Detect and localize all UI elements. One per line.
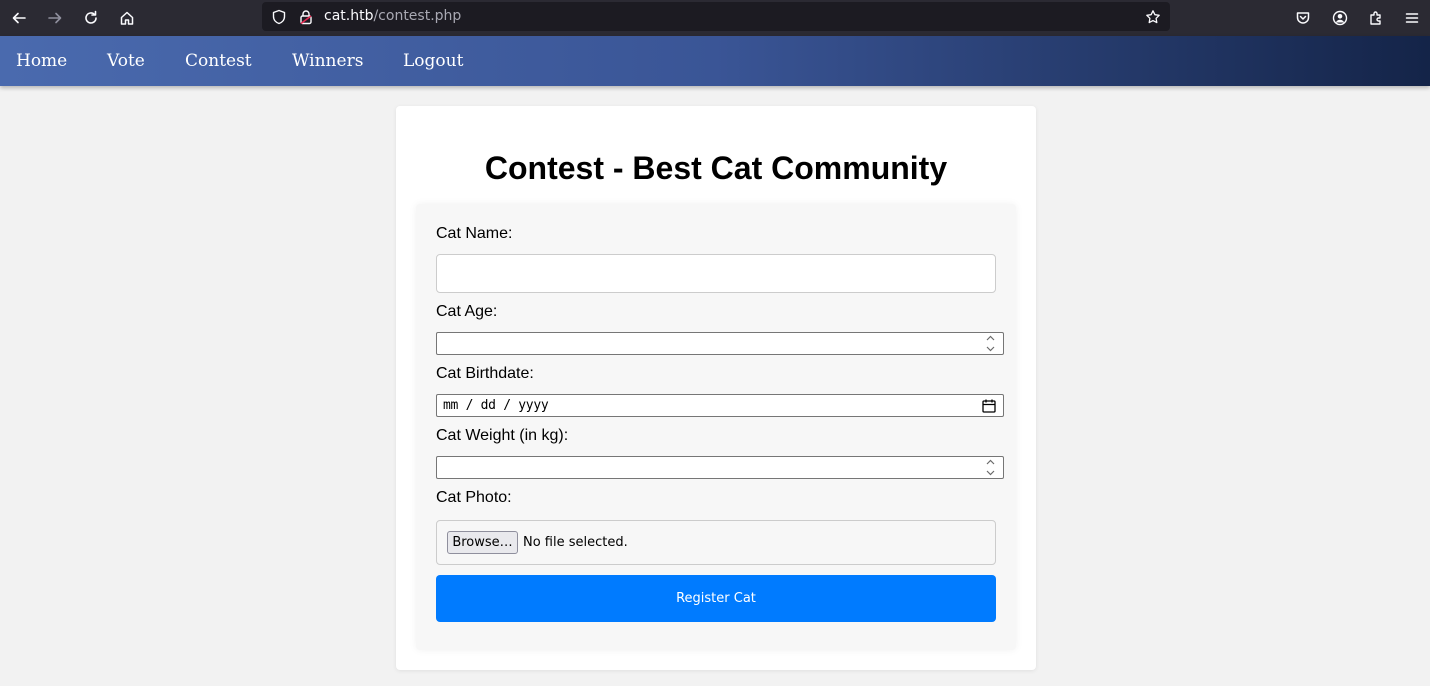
cat-birthdate-label: Cat Birthdate: <box>436 365 534 382</box>
birthdate-placeholder: mm / dd / yyyy <box>443 398 549 413</box>
shield-icon[interactable] <box>270 8 288 26</box>
nav-vote[interactable]: Vote <box>107 51 145 71</box>
url-host: cat.htb <box>324 8 374 24</box>
extensions-icon[interactable] <box>1363 5 1389 31</box>
nav-winners[interactable]: Winners <box>292 51 363 71</box>
spin-down-icon[interactable] <box>986 470 995 476</box>
star-icon[interactable] <box>1144 8 1162 26</box>
cat-age-input[interactable] <box>436 332 1004 355</box>
forward-icon[interactable] <box>42 5 68 31</box>
pocket-icon[interactable] <box>1290 5 1316 31</box>
cat-weight-input[interactable] <box>436 456 1004 479</box>
register-cat-button[interactable]: Register Cat <box>436 575 996 622</box>
file-status: No file selected. <box>523 535 628 550</box>
site-nav: Home Vote Contest Winners Logout <box>0 36 1430 86</box>
contest-card: Contest - Best Cat Community Cat Name: C… <box>396 106 1036 670</box>
age-spinner[interactable] <box>983 335 997 352</box>
cat-birthdate-input[interactable]: mm / dd / yyyy <box>436 394 1004 417</box>
calendar-icon[interactable] <box>981 398 997 414</box>
cat-name-label: Cat Name: <box>436 225 513 242</box>
browse-button[interactable]: Browse… <box>447 531 518 554</box>
spin-up-icon[interactable] <box>986 459 995 465</box>
cat-photo-label: Cat Photo: <box>436 489 512 506</box>
weight-spinner[interactable] <box>983 459 997 476</box>
lock-icon[interactable] <box>297 8 315 26</box>
url-bar[interactable]: cat.htb/contest.php <box>262 2 1170 31</box>
url-path: /contest.php <box>373 8 462 24</box>
account-icon[interactable] <box>1327 5 1353 31</box>
nav-home[interactable]: Home <box>16 51 67 71</box>
spin-up-icon[interactable] <box>986 335 995 341</box>
cat-photo-input[interactable]: Browse… No file selected. <box>436 520 996 565</box>
nav-contest[interactable]: Contest <box>185 51 252 71</box>
cat-weight-label: Cat Weight (in kg): <box>436 427 569 444</box>
page-title: Contest - Best Cat Community <box>484 150 948 186</box>
back-icon[interactable] <box>6 5 32 31</box>
browser-toolbar: cat.htb/contest.php <box>0 0 1430 36</box>
menu-icon[interactable] <box>1399 5 1425 31</box>
cat-age-label: Cat Age: <box>436 303 498 320</box>
home-icon[interactable] <box>114 5 140 31</box>
spin-down-icon[interactable] <box>986 346 995 352</box>
reload-icon[interactable] <box>78 5 104 31</box>
cat-name-input[interactable] <box>436 254 996 293</box>
register-cat-form: Cat Name: Cat Age: Cat Birthdate: mm / d… <box>416 204 1016 650</box>
nav-logout[interactable]: Logout <box>403 51 463 71</box>
url-text: cat.htb/contest.php <box>324 8 461 24</box>
